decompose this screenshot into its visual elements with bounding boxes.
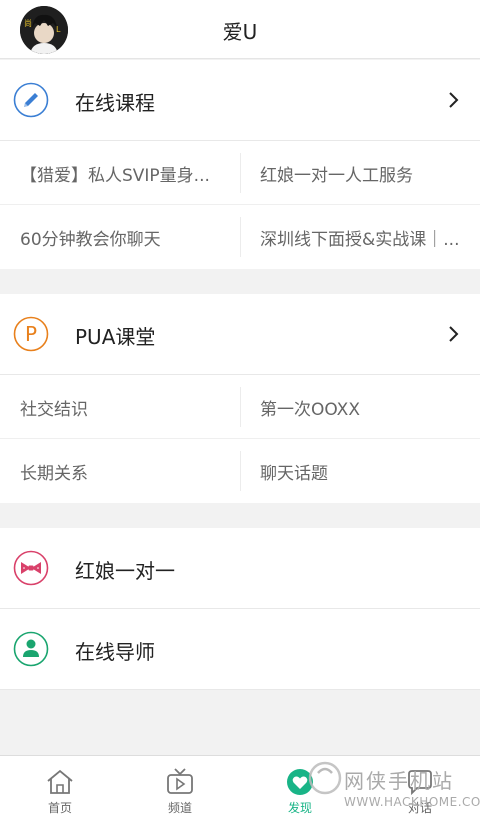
chevron-right-icon [449, 92, 459, 108]
home-icon [47, 769, 73, 794]
pencil-icon [13, 82, 49, 118]
course-item[interactable]: 【猎爱】私人SVIP量身... [0, 141, 240, 205]
tab-home[interactable]: 首页 [0, 756, 120, 820]
chevron-right-icon [449, 326, 459, 342]
page-title: 爱U [222, 20, 258, 44]
pua-item[interactable]: 聊天话题 [240, 439, 480, 503]
matchmaker-row[interactable]: 红娘一对一 [0, 528, 480, 609]
bottom-tab-bar: 首页 频道 发现 对话 [0, 755, 480, 820]
pua-item[interactable]: 长期关系 [0, 439, 240, 503]
pua-row: 社交结识 第一次OOXX [0, 375, 480, 439]
courses-section: 在线课程 【猎爱】私人SVIP量身... 红娘一对一人工服务 60分钟教会你聊天… [0, 60, 480, 269]
courses-row: 【猎爱】私人SVIP量身... 红娘一对一人工服务 [0, 141, 480, 205]
tab-chat[interactable]: 对话 [360, 756, 480, 820]
svg-text:P: P [25, 322, 37, 346]
tab-channel[interactable]: 频道 [120, 756, 240, 820]
course-item[interactable]: 深圳线下面授&实战课｜... [240, 205, 480, 269]
tab-discover[interactable]: 发现 [240, 756, 360, 820]
pua-item[interactable]: 第一次OOXX [240, 375, 480, 439]
mentor-row[interactable]: 在线导师 [0, 609, 480, 690]
person-icon [13, 631, 49, 667]
pua-item[interactable]: 社交结识 [0, 375, 240, 439]
courses-header[interactable]: 在线课程 [0, 60, 480, 141]
discover-icon [287, 769, 313, 795]
p-badge-icon: P [13, 316, 49, 352]
pua-row: 长期关系 聊天话题 [0, 439, 480, 503]
tv-icon [167, 768, 193, 794]
courses-row: 60分钟教会你聊天 深圳线下面授&实战课｜... [0, 205, 480, 269]
chat-icon [408, 770, 432, 796]
pua-section: P PUA课堂 社交结识 第一次OOXX 长期关系 聊天话题 [0, 294, 480, 503]
bow-icon [13, 550, 49, 586]
pua-header[interactable]: P PUA课堂 [0, 294, 480, 375]
pua-title: PUA课堂 [75, 325, 156, 349]
tab-discover-label: 发现 [287, 801, 312, 815]
matchmaker-title: 红娘一对一 [75, 559, 175, 583]
tab-chat-label: 对话 [407, 801, 432, 815]
mentor-title: 在线导师 [75, 640, 155, 664]
courses-title: 在线课程 [75, 91, 155, 115]
course-item[interactable]: 60分钟教会你聊天 [0, 205, 240, 269]
course-item[interactable]: 红娘一对一人工服务 [240, 141, 480, 205]
services-section: 红娘一对一 在线导师 [0, 528, 480, 690]
tab-home-label: 首页 [47, 801, 72, 815]
app-header: 尚 L 爱U [0, 0, 480, 59]
tab-channel-label: 频道 [167, 801, 192, 815]
